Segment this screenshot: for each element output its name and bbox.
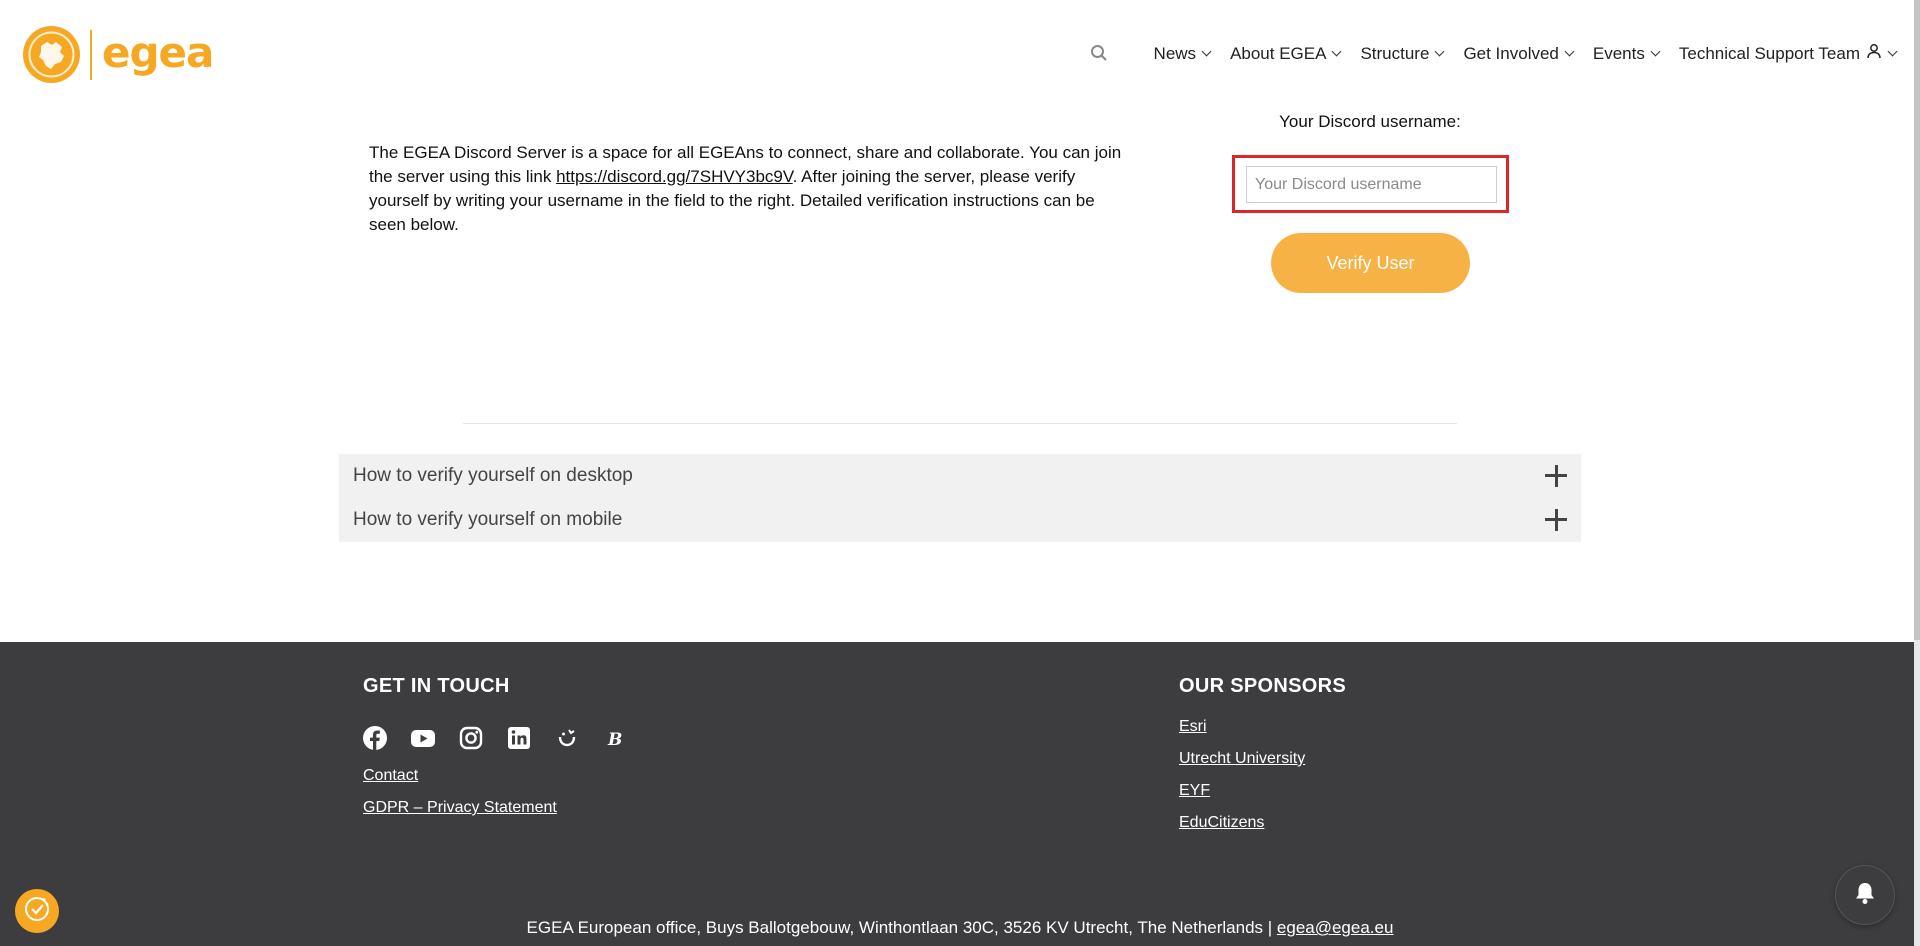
user-icon [1866,43,1882,64]
logo-separator [90,29,92,80]
youtube-icon[interactable] [409,724,437,752]
discord-invite-link[interactable]: https://discord.gg/7SHVY3bc9V [556,167,793,186]
page-scrollbar-thumb[interactable] [1914,0,1920,640]
nav-item-structure[interactable]: Structure [1360,43,1445,64]
discord-username-label: Your Discord username: [1279,112,1461,131]
social-links: B [361,724,629,752]
section-divider [463,423,1457,424]
address-text: EGEA European office, Buys Ballotgebouw,… [526,918,1277,937]
sponsor-link[interactable]: Esri [1179,718,1207,736]
office-address: EGEA European office, Buys Ballotgebouw,… [0,918,1920,938]
cookie-settings-button[interactable] [15,889,59,933]
chevron-down-icon [1564,46,1575,57]
main-navigation: News About EGEA Structure Get Involved E… [1090,43,1898,64]
facebook-icon[interactable] [361,724,389,752]
chevron-down-icon [1201,46,1212,57]
chevron-down-icon [1434,46,1445,57]
verification-accordion: How to verify yourself on desktop How to… [339,454,1581,542]
verify-user-button[interactable]: Verify User [1271,233,1470,293]
site-header: egea News About EGEA Structure Get Invol… [0,0,1920,110]
behance-icon[interactable]: B [601,724,629,752]
chevron-down-icon [1650,46,1661,57]
contact-link[interactable]: Contact [363,767,418,785]
accordion-item-desktop[interactable]: How to verify yourself on desktop [339,454,1581,498]
sponsor-link[interactable]: EduCitizens [1179,814,1264,832]
nav-item-get-involved[interactable]: Get Involved [1463,43,1575,64]
nav-label: Get Involved [1463,43,1559,63]
nav-item-technical-support-team[interactable]: Technical Support Team [1678,43,1898,64]
discord-intro-text: The EGEA Discord Server is a space for a… [369,141,1129,237]
notification-bell-button[interactable] [1835,865,1895,925]
nav-label: Technical Support Team [1678,43,1860,63]
svg-text:B: B [607,730,622,750]
sponsor-link[interactable]: EYF [1179,782,1210,800]
cookie-icon [22,894,52,929]
discord-username-input[interactable] [1246,166,1497,203]
chevron-down-icon [1887,46,1898,57]
accordion-title: How to verify yourself on mobile [353,509,623,530]
nav-item-news[interactable]: News [1153,43,1212,64]
untappd-icon[interactable] [553,724,581,752]
bell-icon [1854,881,1876,910]
sponsor-link[interactable]: Utrecht University [1179,750,1305,768]
gdpr-privacy-link[interactable]: GDPR – Privacy Statement [363,799,557,817]
plus-icon[interactable] [1545,465,1567,487]
accordion-title: How to verify yourself on desktop [353,465,633,486]
linkedin-icon[interactable] [505,724,533,752]
input-highlight-frame [1232,155,1509,213]
logo-text: egea [102,27,214,77]
nav-label: Events [1592,43,1645,63]
nav-label: News [1153,43,1197,63]
instagram-icon[interactable] [457,724,485,752]
egea-logo[interactable]: egea [23,26,214,83]
europe-globe-icon [23,26,80,83]
search-icon[interactable] [1090,44,1110,64]
chevron-down-icon [1332,46,1342,57]
nav-label: About EGEA [1230,43,1327,63]
accordion-item-mobile[interactable]: How to verify yourself on mobile [339,498,1581,542]
email-link[interactable]: egea@egea.eu [1277,918,1394,937]
nav-item-events[interactable]: Events [1592,43,1661,64]
our-sponsors-heading: OUR SPONSORS [1179,675,1346,697]
nav-label: Structure [1360,43,1430,63]
nav-item-about-egea[interactable]: About EGEA [1230,43,1342,64]
plus-icon[interactable] [1545,509,1567,531]
get-in-touch-heading: GET IN TOUCH [363,675,510,697]
site-footer: GET IN TOUCH B Contact GDPR – Privacy St… [0,642,1920,946]
